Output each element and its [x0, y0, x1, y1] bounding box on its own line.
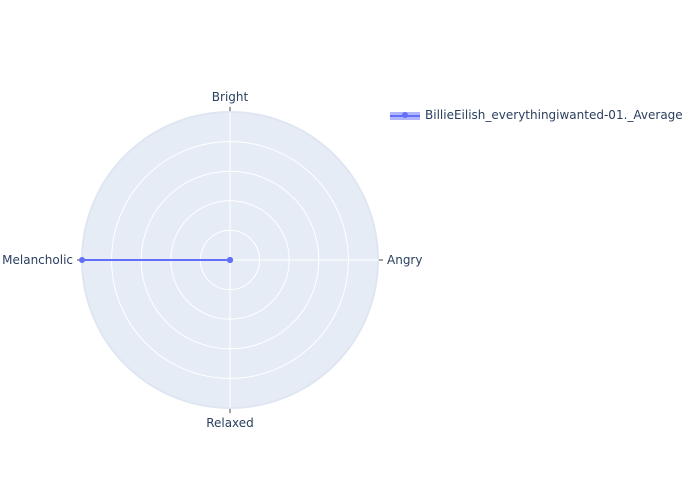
axis-label-angry: Angry: [387, 253, 422, 267]
legend[interactable]: BillieEilish_everythingiwanted-01._Avera…: [390, 108, 683, 122]
series-0-point-melancholic: [79, 257, 85, 263]
axis-label-bright: Bright: [212, 90, 249, 104]
legend-label: BillieEilish_everythingiwanted-01._Avera…: [425, 108, 683, 122]
legend-swatch-marker: [402, 112, 408, 118]
axis-label-melancholic: Melancholic: [2, 253, 73, 267]
series-0-point-relaxed: [227, 257, 233, 263]
radar-chart: Bright Angry Relaxed Melancholic BillieEili…: [2, 90, 683, 430]
axis-label-relaxed: Relaxed: [206, 416, 254, 430]
